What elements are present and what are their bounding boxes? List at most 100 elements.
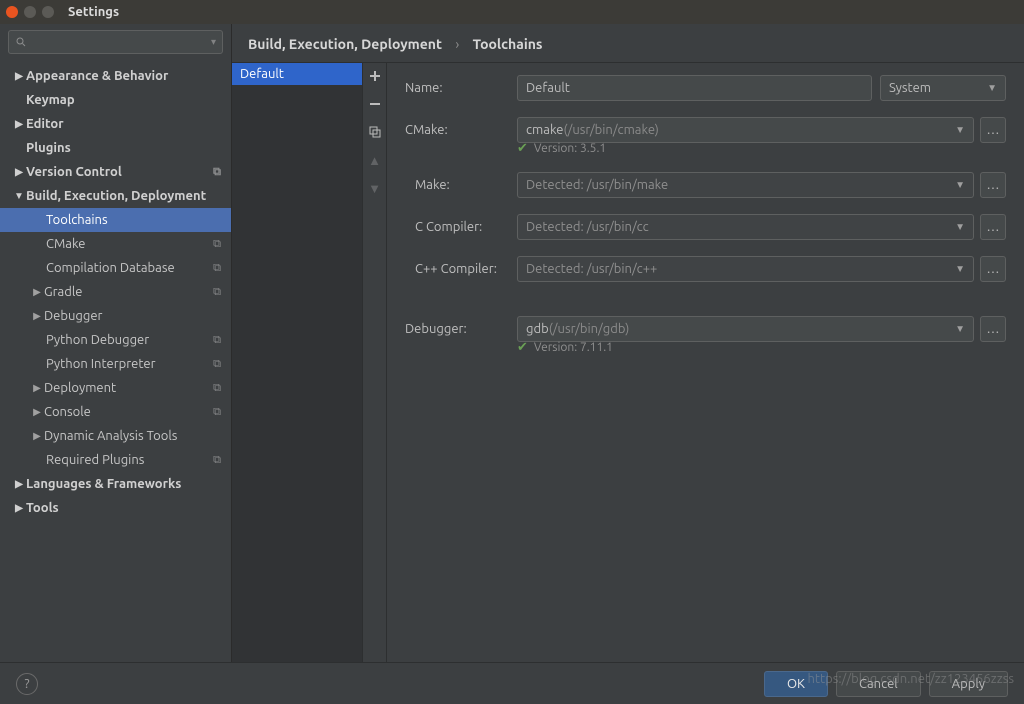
cxx-field[interactable]: Detected: /usr/bin/c++ ▼: [517, 256, 974, 282]
cmake-label: CMake:: [405, 123, 517, 137]
sidebar-item-compilation-database[interactable]: Compilation Database⧉: [0, 256, 231, 280]
cmake-field[interactable]: cmake (/usr/bin/cmake) ▼: [517, 117, 974, 143]
window-maximize-button[interactable]: [42, 6, 54, 18]
environment-value: System: [889, 81, 931, 95]
chevron-right-icon: ▶: [30, 382, 44, 394]
cc-label: C Compiler:: [405, 220, 517, 234]
sidebar-item-tools[interactable]: ▶Tools: [0, 496, 231, 520]
sidebar-item-python-interpreter[interactable]: Python Interpreter ⧉: [0, 352, 231, 376]
scope-icon: ⧉: [213, 238, 221, 251]
debugger-field[interactable]: gdb (/usr/bin/gdb) ▼: [517, 316, 974, 342]
sidebar-item-editor[interactable]: ▶Editor: [0, 112, 231, 136]
make-browse-button[interactable]: …: [980, 172, 1006, 198]
window-close-button[interactable]: [6, 6, 18, 18]
cc-browse-button[interactable]: …: [980, 214, 1006, 240]
chevron-right-icon: ▶: [30, 430, 44, 442]
toolchain-list-item[interactable]: Default: [232, 63, 362, 85]
chevron-down-icon: ▾: [211, 36, 216, 48]
chevron-right-icon: ▶: [12, 502, 26, 514]
sidebar-item-appearance-behavior[interactable]: ▶Appearance & Behavior: [0, 64, 231, 88]
sidebar-item-label: Version Control: [26, 165, 122, 179]
check-icon: ✔: [517, 340, 528, 355]
sidebar-item-label: Required Plugins: [46, 453, 144, 467]
sidebar-item-python-debugger[interactable]: Python Debugger ⧉: [0, 328, 231, 352]
cancel-button[interactable]: Cancel: [836, 671, 921, 697]
breadcrumb-part[interactable]: Build, Execution, Deployment: [248, 36, 442, 52]
environment-dropdown[interactable]: System ▼: [880, 75, 1006, 101]
sidebar-item-console[interactable]: ▶Console ⧉: [0, 400, 231, 424]
settings-tree: ▶Appearance & BehaviorKeymap▶EditorPlugi…: [0, 62, 231, 662]
help-button[interactable]: ?: [16, 673, 38, 695]
move-down-button[interactable]: ▼: [366, 179, 384, 197]
chevron-down-icon: ▼: [955, 263, 965, 275]
sidebar-item-label: Python Interpreter: [46, 357, 156, 371]
sidebar-item-label: Toolchains: [46, 213, 108, 227]
sidebar-item-cmake[interactable]: CMake ⧉: [0, 232, 231, 256]
chevron-down-icon: ▼: [955, 221, 965, 233]
sidebar-item-label: Python Debugger: [46, 333, 149, 347]
sidebar-item-deployment[interactable]: ▶Deployment⧉: [0, 376, 231, 400]
name-field[interactable]: Default: [517, 75, 872, 101]
sidebar-item-label: Languages & Frameworks: [26, 477, 181, 491]
remove-button[interactable]: [366, 95, 384, 113]
scope-icon: ⧉: [213, 358, 221, 371]
sidebar-item-toolchains[interactable]: Toolchains: [0, 208, 231, 232]
add-button[interactable]: [366, 67, 384, 85]
chevron-right-icon: ›: [455, 36, 459, 52]
scope-icon: ⧉: [213, 286, 221, 299]
sidebar-item-languages-frameworks[interactable]: ▶Languages & Frameworks: [0, 472, 231, 496]
sidebar-item-dynamic-analysis-tools[interactable]: ▶Dynamic Analysis Tools: [0, 424, 231, 448]
sidebar-item-build-execution-deployment[interactable]: ▼Build, Execution, Deployment: [0, 184, 231, 208]
scope-icon: ⧉: [213, 382, 221, 395]
sidebar-item-version-control[interactable]: ▶Version Control⧉: [0, 160, 231, 184]
cmake-browse-button[interactable]: …: [980, 117, 1006, 143]
chevron-down-icon: ▼: [955, 323, 965, 335]
sidebar-item-label: Debugger: [44, 309, 102, 323]
toolchains-list-column: Default ▲ ▼: [232, 63, 387, 662]
scope-icon: ⧉: [213, 334, 221, 347]
make-label: Make:: [405, 178, 517, 192]
sidebar-item-label: Keymap: [26, 93, 75, 107]
chevron-right-icon: ▶: [30, 286, 44, 298]
ok-button[interactable]: OK: [764, 671, 828, 697]
chevron-right-icon: ▶: [12, 70, 26, 82]
search-input[interactable]: ▾: [8, 30, 223, 54]
sidebar-item-label: Dynamic Analysis Tools: [44, 429, 177, 443]
breadcrumb-part: Toolchains: [473, 36, 543, 52]
debugger-label: Debugger:: [405, 322, 517, 336]
move-up-button[interactable]: ▲: [366, 151, 384, 169]
apply-button[interactable]: Apply: [929, 671, 1008, 697]
chevron-down-icon: ▼: [987, 82, 997, 94]
chevron-right-icon: ▶: [30, 406, 44, 418]
scope-icon: ⧉: [213, 406, 221, 419]
sidebar-item-required-plugins[interactable]: Required Plugins ⧉: [0, 448, 231, 472]
make-field[interactable]: Detected: /usr/bin/make ▼: [517, 172, 974, 198]
sidebar-item-debugger[interactable]: ▶Debugger: [0, 304, 231, 328]
dialog-button-bar: ? OK Cancel Apply: [0, 662, 1024, 704]
breadcrumb: Build, Execution, Deployment › Toolchain…: [232, 24, 1024, 62]
toolchain-form: Name: Default System ▼ CMake: cmake (/us…: [387, 63, 1024, 662]
settings-content: Build, Execution, Deployment › Toolchain…: [232, 24, 1024, 662]
copy-button[interactable]: [366, 123, 384, 141]
sidebar-item-plugins[interactable]: Plugins: [0, 136, 231, 160]
chevron-down-icon: ▼: [955, 124, 965, 136]
chevron-right-icon: ▶: [30, 310, 44, 322]
cxx-browse-button[interactable]: …: [980, 256, 1006, 282]
sidebar-item-label: CMake: [46, 237, 85, 251]
chevron-right-icon: ▶: [12, 166, 26, 178]
scope-icon: ⧉: [213, 454, 221, 467]
sidebar-item-gradle[interactable]: ▶Gradle⧉: [0, 280, 231, 304]
sidebar-item-label: Editor: [26, 117, 64, 131]
sidebar-item-label: Build, Execution, Deployment: [26, 189, 206, 203]
titlebar: Settings: [0, 0, 1024, 24]
debugger-version: ✔Version: 7.11.1: [517, 340, 1006, 355]
sidebar-item-keymap[interactable]: Keymap: [0, 88, 231, 112]
cc-field[interactable]: Detected: /usr/bin/cc ▼: [517, 214, 974, 240]
name-label: Name:: [405, 81, 517, 95]
check-icon: ✔: [517, 141, 528, 156]
sidebar-item-label: Console: [44, 405, 91, 419]
window-minimize-button[interactable]: [24, 6, 36, 18]
sidebar-item-label: Plugins: [26, 141, 71, 155]
window-title: Settings: [68, 5, 119, 19]
debugger-browse-button[interactable]: …: [980, 316, 1006, 342]
